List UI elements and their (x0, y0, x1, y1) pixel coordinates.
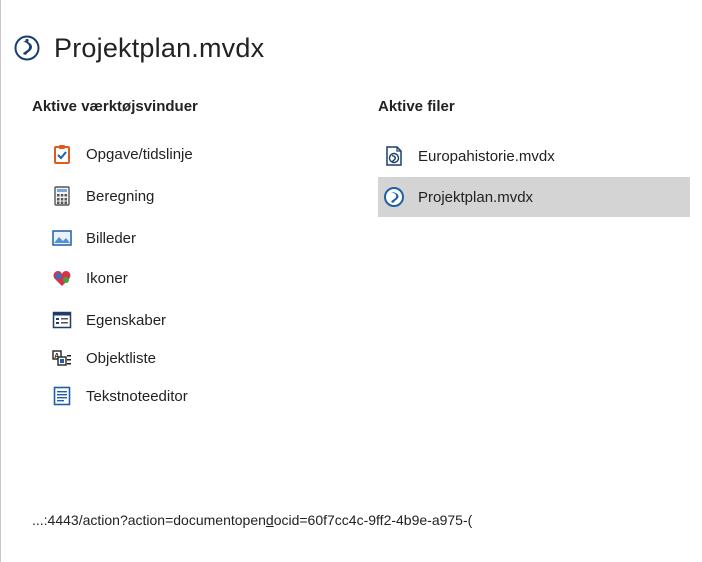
file-item-europahistorie[interactable]: Europahistorie.mvdx (378, 136, 690, 176)
tool-item-label: Tekstnoteeditor (86, 387, 188, 405)
tool-item-properties[interactable]: Egenskaber (52, 300, 166, 340)
status-url-prefix: ...:4443/action?action=documentopen (32, 512, 266, 528)
icons-icon (53, 271, 71, 286)
mindview-logo-icon (14, 35, 40, 61)
files-header: Aktive filer (378, 98, 455, 115)
file-item-projektplan[interactable]: Projektplan.mvdx (378, 177, 690, 217)
calculator-icon (54, 186, 70, 206)
file-item-label: Europahistorie.mvdx (418, 147, 555, 165)
status-url-underlined: d (265, 512, 274, 528)
tool-item-label: Beregning (86, 187, 155, 205)
mindview-app-icon (384, 187, 404, 207)
tool-item-calculation[interactable]: Beregning (52, 176, 154, 216)
tool-item-icons[interactable]: Ikoner (52, 258, 128, 298)
title-bar: Projektplan.mvdx (14, 26, 264, 70)
tools-header: Aktive værktøjsvinduer (32, 98, 198, 115)
mindview-doc-icon (386, 146, 402, 166)
tool-item-label: Opgave/tidslinje (86, 145, 193, 163)
tool-item-images[interactable]: Billeder (52, 218, 136, 258)
image-icon (52, 230, 72, 246)
tool-item-label: Ikoner (86, 269, 128, 287)
file-item-label: Projektplan.mvdx (418, 188, 534, 206)
text-note-icon (53, 386, 71, 406)
window-title: Projektplan.mvdx (54, 32, 265, 63)
tool-item-text-note-editor[interactable]: Tekstnoteeditor (52, 376, 188, 416)
tool-item-task-timeline[interactable]: Opgave/tidslinje (52, 134, 193, 174)
object-list-icon: A (52, 350, 71, 366)
tool-item-label: Egenskaber (86, 311, 167, 329)
tool-item-label: Billeder (86, 229, 137, 247)
window-border (0, 0, 1, 562)
tool-item-label: Objektliste (86, 349, 157, 367)
task-timeline-icon (54, 145, 70, 164)
status-url: ...:4443/action?action=documentopendocid… (32, 512, 702, 528)
status-url-suffix: ocid=60f7cc4c-9ff2-4b9e-a975-( (273, 512, 473, 528)
tool-item-object-list[interactable]: A Objektliste (52, 338, 156, 378)
properties-icon (52, 311, 72, 329)
